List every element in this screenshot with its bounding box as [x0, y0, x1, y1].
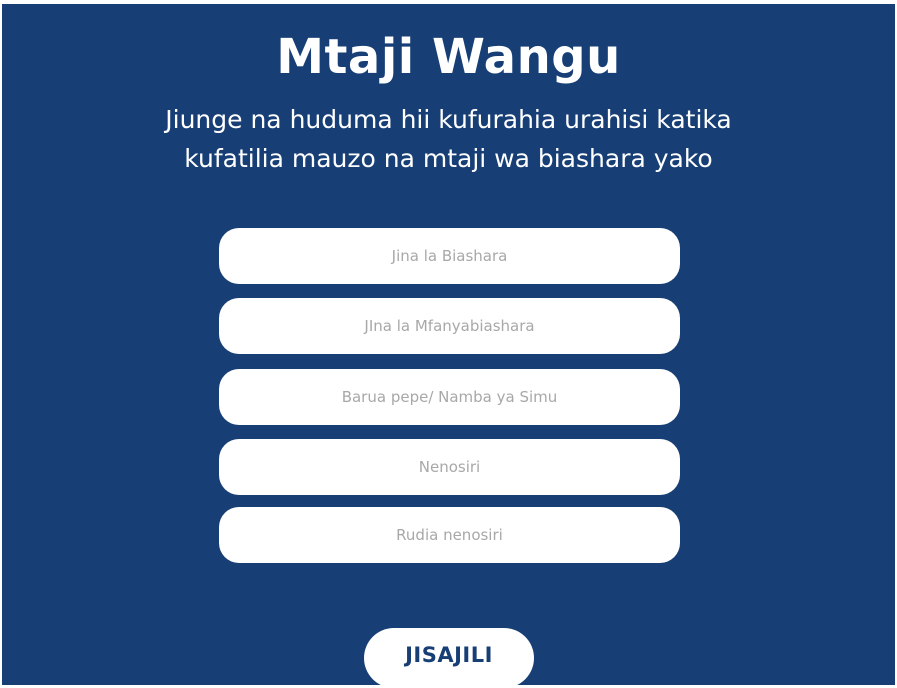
- merchant-name-input[interactable]: [219, 298, 680, 354]
- confirm-password-input[interactable]: [219, 507, 680, 563]
- email-or-phone-input[interactable]: [219, 369, 680, 425]
- register-button[interactable]: JISAJILI: [364, 628, 534, 688]
- business-name-input[interactable]: [219, 228, 680, 284]
- page-subtitle: Jiunge na huduma hii kufurahia urahisi k…: [165, 105, 732, 173]
- password-input[interactable]: [219, 439, 680, 495]
- page-title: Mtaji Wangu: [276, 29, 621, 85]
- page-frame: Mtaji Wangu Jiunge na huduma hii kufurah…: [0, 0, 897, 688]
